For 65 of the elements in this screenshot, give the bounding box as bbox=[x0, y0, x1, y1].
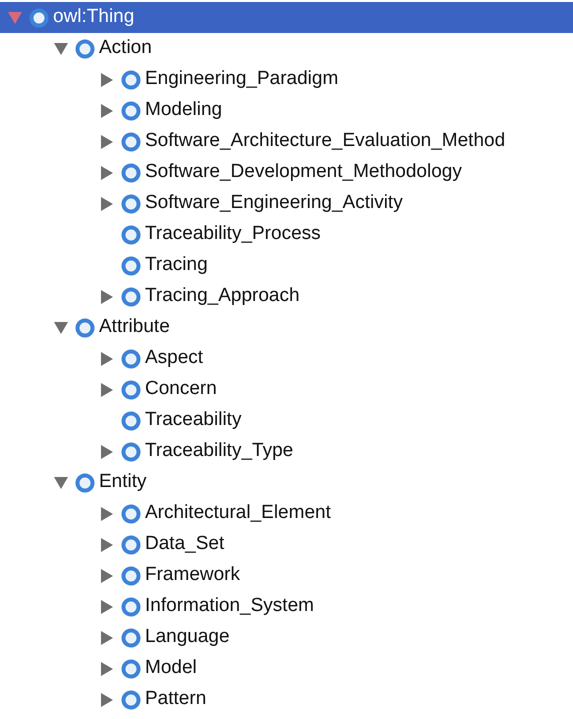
class-circle-icon bbox=[121, 690, 141, 710]
tree-item[interactable]: Entity bbox=[99, 472, 147, 493]
class-circle-icon bbox=[121, 658, 141, 678]
class-circle-icon bbox=[121, 380, 141, 400]
class-circle-icon bbox=[121, 596, 141, 616]
collapse-triangle-icon[interactable] bbox=[100, 72, 114, 88]
expand-triangle-icon[interactable] bbox=[53, 476, 69, 490]
class-circle-icon bbox=[75, 38, 95, 58]
tree-item[interactable]: Tracing_Approach bbox=[145, 286, 300, 307]
class-circle-icon bbox=[121, 410, 141, 430]
tree-item[interactable]: Traceability_Type bbox=[145, 441, 294, 462]
tree-item[interactable]: Traceability bbox=[145, 410, 242, 431]
class-circle-icon bbox=[121, 70, 141, 90]
class-circle-icon bbox=[121, 194, 141, 214]
collapse-triangle-icon[interactable] bbox=[100, 196, 114, 212]
class-circle-icon bbox=[121, 566, 141, 586]
collapse-triangle-icon[interactable] bbox=[100, 288, 114, 304]
expand-triangle-icon[interactable] bbox=[53, 42, 69, 56]
tree-item[interactable]: Model bbox=[145, 658, 197, 679]
class-circle-icon bbox=[121, 504, 141, 524]
expand-triangle-icon[interactable] bbox=[53, 320, 69, 334]
tree-item[interactable]: Concern bbox=[145, 379, 217, 400]
tree-item[interactable]: Software_Development_Methodology bbox=[145, 162, 462, 183]
tree-item[interactable]: Language bbox=[145, 627, 230, 648]
tree-item[interactable]: Traceability_Process bbox=[145, 224, 321, 245]
collapse-triangle-icon[interactable] bbox=[100, 506, 114, 522]
tree-item[interactable]: Pattern bbox=[145, 689, 206, 710]
selected-tree-row[interactable]: owl:Thing bbox=[0, 2, 573, 33]
collapse-triangle-icon[interactable] bbox=[100, 660, 114, 676]
class-circle-icon bbox=[121, 628, 141, 648]
class-circle-icon bbox=[121, 224, 141, 244]
collapse-triangle-icon[interactable] bbox=[100, 630, 114, 646]
tree-item[interactable]: Information_System bbox=[145, 596, 314, 617]
tree-item[interactable]: Architectural_Element bbox=[145, 503, 331, 524]
collapse-triangle-icon[interactable] bbox=[100, 164, 114, 180]
class-circle-icon bbox=[75, 318, 95, 338]
class-circle-icon bbox=[121, 442, 141, 462]
tree-item[interactable]: Engineering_Paradigm bbox=[145, 69, 338, 90]
class-circle-icon bbox=[121, 286, 141, 306]
class-circle-icon bbox=[75, 472, 95, 492]
tree-item[interactable]: Data_Set bbox=[145, 534, 224, 555]
collapse-triangle-icon[interactable] bbox=[100, 350, 114, 366]
collapse-triangle-icon[interactable] bbox=[100, 692, 114, 708]
tree-item[interactable]: Action bbox=[99, 38, 152, 59]
collapse-triangle-icon[interactable] bbox=[100, 382, 114, 398]
class-circle-icon bbox=[121, 132, 141, 152]
collapse-triangle-icon[interactable] bbox=[100, 444, 114, 460]
tree-item[interactable]: Modeling bbox=[145, 100, 222, 121]
class-circle-icon bbox=[121, 534, 141, 554]
tree-item[interactable]: Aspect bbox=[145, 348, 204, 369]
collapse-triangle-icon[interactable] bbox=[100, 536, 114, 552]
tree-item[interactable]: Attribute bbox=[99, 317, 170, 338]
tree-item[interactable]: Software_Engineering_Activity bbox=[145, 193, 403, 214]
collapse-triangle-icon[interactable] bbox=[100, 598, 114, 614]
class-circle-icon bbox=[121, 162, 141, 182]
tree-item[interactable]: Framework bbox=[145, 565, 240, 586]
collapse-triangle-icon[interactable] bbox=[100, 134, 114, 150]
tree-item[interactable]: Software_Architecture_Evaluation_Method bbox=[145, 131, 506, 152]
collapse-triangle-icon[interactable] bbox=[100, 102, 114, 118]
class-circle-icon bbox=[29, 8, 49, 28]
class-circle-icon bbox=[121, 348, 141, 368]
collapse-triangle-icon[interactable] bbox=[100, 568, 114, 584]
class-circle-icon bbox=[121, 100, 141, 120]
class-circle-icon bbox=[121, 256, 141, 276]
tree-item[interactable]: Tracing bbox=[145, 255, 208, 276]
